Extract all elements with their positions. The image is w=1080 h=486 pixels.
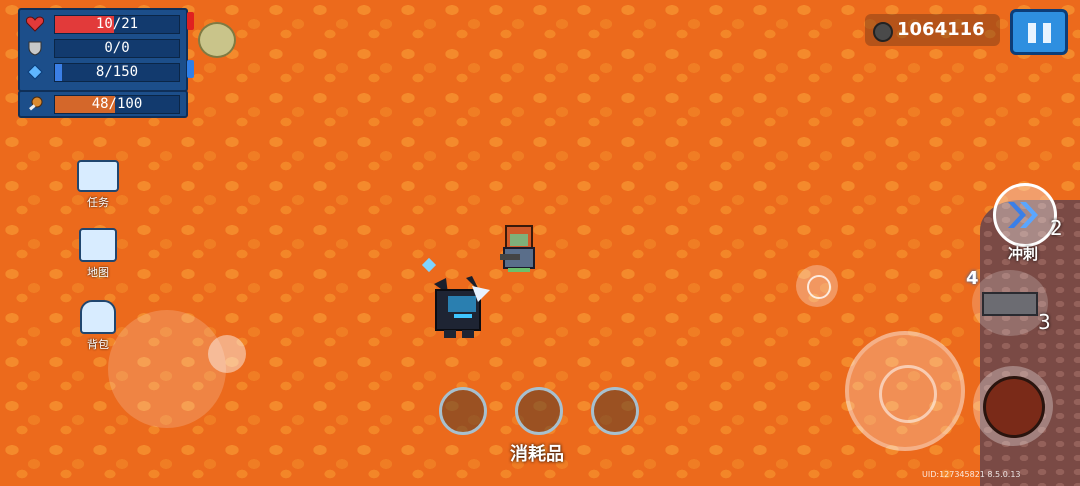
crosshair-icon [879, 365, 937, 423]
map-button[interactable]: 地图 [72, 228, 124, 280]
quest-board-icon [77, 160, 119, 192]
dash-button[interactable] [993, 183, 1057, 247]
armor-row: 0/0 [26, 38, 180, 58]
dash-label: 冲刺 [1008, 245, 1039, 263]
energy-crystal-icon [26, 64, 44, 80]
claw-skill-icon [983, 376, 1045, 438]
move-joystick[interactable] [108, 310, 226, 428]
heart-icon [25, 16, 45, 32]
health-row: 10/21 [25, 14, 180, 34]
health-bar: 10/21 [54, 15, 180, 34]
consumable-slot[interactable] [591, 387, 639, 435]
health-alert-icon [187, 12, 194, 30]
consumable-slot[interactable] [439, 387, 487, 435]
quest-button[interactable]: 任务 [72, 160, 124, 210]
map-label: 地图 [87, 266, 109, 279]
quest-label: 任务 [87, 196, 109, 209]
weapon-energy-cost: 4 [966, 268, 979, 289]
joystick-knob[interactable] [208, 335, 246, 373]
dash-count: 2 [1050, 216, 1063, 240]
pause-button[interactable] [1010, 9, 1068, 55]
currency-display: 1064116 [865, 14, 1000, 46]
map-icon [79, 228, 117, 262]
player-character [426, 274, 496, 344]
hunger-row: 48/100 [26, 94, 180, 114]
armor-bar: 0/0 [54, 39, 180, 58]
energy-bar: 8/150 [54, 63, 180, 82]
shield-icon [26, 40, 44, 56]
pet-portrait-icon[interactable] [198, 22, 236, 58]
emote-button[interactable] [796, 265, 838, 307]
character-skill-button[interactable] [973, 366, 1053, 446]
currency-value: 1064116 [897, 19, 985, 40]
weapon-switch-button[interactable] [972, 270, 1048, 336]
energy-alert-icon [187, 60, 194, 78]
hunger-bar: 48/100 [54, 95, 180, 114]
enemy-goblin [496, 220, 542, 276]
energy-row: 8/150 [26, 62, 180, 82]
pause-icon [1028, 23, 1036, 43]
chevron-right-icon [1008, 202, 1038, 228]
backpack-icon [80, 300, 116, 334]
uid-version-text: UID:127345821 8.5.0.13 [922, 470, 1021, 479]
weapon-ammo-count: 3 [1038, 310, 1051, 334]
hunger-text: 48/100 [91, 96, 143, 112]
health-text: 10/21 [95, 16, 139, 32]
armor-text: 0/0 [104, 40, 130, 56]
gem-coin-icon [873, 22, 893, 42]
status-panel: 10/21 0/0 8/150 [18, 8, 188, 92]
consumables-label: 消耗品 [510, 444, 564, 465]
attack-button[interactable] [845, 331, 965, 451]
energy-text: 8/150 [95, 64, 139, 80]
gun-icon [982, 292, 1038, 316]
hunger-panel: 48/100 [18, 90, 188, 118]
smiley-icon [807, 275, 831, 299]
drumstick-icon [26, 96, 44, 112]
consumable-slot[interactable] [515, 387, 563, 435]
